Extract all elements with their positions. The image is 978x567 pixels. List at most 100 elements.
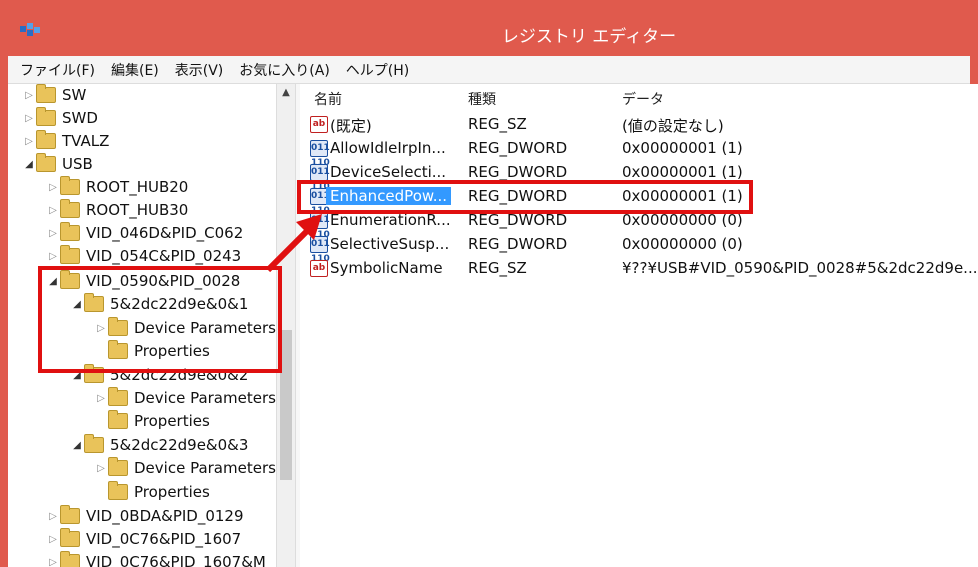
menu-help[interactable]: ヘルプ(H) xyxy=(346,60,409,80)
expand-icon[interactable]: ▷ xyxy=(94,463,108,474)
tree-item-label: SW xyxy=(62,86,87,104)
value-name: DeviceSelecti... xyxy=(330,163,447,181)
folder-icon xyxy=(108,481,128,500)
tree-item[interactable]: ▷ SWD xyxy=(22,107,98,129)
list-header: 名前 種類 データ xyxy=(300,84,978,110)
list-row[interactable]: ab SymbolicName REG_SZ ¥??¥USB#VID_0590&… xyxy=(300,256,978,280)
tree-item[interactable]: ▷ SW xyxy=(22,84,86,106)
tree-item[interactable]: ▷ ROOT_HUB20 xyxy=(46,176,188,198)
value-type: REG_SZ xyxy=(468,259,527,277)
expand-icon[interactable]: ▷ xyxy=(46,228,60,239)
expand-icon[interactable]: ▷ xyxy=(46,534,60,545)
collapse-icon[interactable]: ◢ xyxy=(22,159,36,170)
menu-bar: ファイル(F) 編集(E) 表示(V) お気に入り(A) ヘルプ(H) xyxy=(8,56,970,84)
tree-item-label: ROOT_HUB20 xyxy=(86,178,189,196)
annotation-highlight-value xyxy=(297,180,753,214)
tree-item-label: Device Parameters xyxy=(134,459,276,477)
folder-icon xyxy=(84,434,104,453)
value-data: 0x00000001 (1) xyxy=(622,163,743,181)
tree-item[interactable]: ▷ Device Parameters xyxy=(94,387,276,409)
folder-icon xyxy=(36,107,56,126)
string-value-icon: ab xyxy=(310,116,328,133)
column-header-data[interactable]: データ xyxy=(622,89,664,109)
expand-icon[interactable]: ▷ xyxy=(22,113,36,124)
dword-value-icon: 011 110 xyxy=(310,140,330,168)
expand-icon[interactable]: ▷ xyxy=(46,182,60,193)
value-name: SelectiveSusp... xyxy=(330,235,450,253)
tree-item-label: VID_0BDA&PID_0129 xyxy=(86,507,244,525)
folder-icon xyxy=(36,153,56,172)
menu-edit[interactable]: 編集(E) xyxy=(111,60,159,80)
tree-item[interactable]: ◢ USB xyxy=(22,153,93,175)
folder-icon xyxy=(108,410,128,429)
tree-item[interactable]: ▷ TVALZ xyxy=(22,130,109,152)
tree-item-label: VID_046D&PID_C062 xyxy=(86,224,244,242)
value-name: (既定) xyxy=(330,117,372,135)
folder-icon xyxy=(60,245,80,264)
menu-favorites[interactable]: お気に入り(A) xyxy=(239,60,330,80)
expand-icon[interactable]: ▷ xyxy=(22,136,36,147)
list-row[interactable]: ab (既定) REG_SZ (値の設定なし) xyxy=(300,112,978,136)
value-type: REG_SZ xyxy=(468,115,527,133)
collapse-icon[interactable]: ◢ xyxy=(70,440,84,451)
registry-editor-window: レジストリ エディター ファイル(F) 編集(E) 表示(V) お気に入り(A)… xyxy=(0,0,978,567)
column-header-name[interactable]: 名前 xyxy=(314,89,342,109)
expand-icon[interactable]: ▷ xyxy=(46,511,60,522)
annotation-highlight-tree xyxy=(38,266,282,373)
list-row[interactable]: 011 110 SelectiveSusp... REG_DWORD 0x000… xyxy=(300,232,978,264)
tree-item-label: VID_0C76&PID_1607 xyxy=(86,530,242,548)
folder-icon xyxy=(36,84,56,103)
expand-icon[interactable]: ▷ xyxy=(46,205,60,216)
tree-item-label: VID_0C76&PID_1607&M xyxy=(86,553,266,567)
dword-value-icon: 011 110 xyxy=(310,164,330,192)
folder-icon xyxy=(108,387,128,406)
tree-item-label: ROOT_HUB30 xyxy=(86,201,189,219)
menu-file[interactable]: ファイル(F) xyxy=(20,60,95,80)
tree-item-label: Properties xyxy=(134,483,210,501)
value-type: REG_DWORD xyxy=(468,235,568,253)
folder-icon xyxy=(60,222,80,241)
value-data: 0x00000000 (0) xyxy=(622,235,743,253)
tree-item-label: SWD xyxy=(62,109,98,127)
tree-item[interactable]: Properties xyxy=(94,410,210,432)
expand-icon[interactable]: ▷ xyxy=(46,251,60,262)
title-bar[interactable]: レジストリ エディター xyxy=(0,0,978,56)
values-list[interactable]: 名前 種類 データ ab (既定) REG_SZ (値の設定なし) 011 11… xyxy=(300,84,978,567)
expand-icon[interactable]: ▷ xyxy=(46,557,60,567)
value-type: REG_DWORD xyxy=(468,139,568,157)
expand-icon[interactable]: ▷ xyxy=(94,393,108,404)
tree-item-label: USB xyxy=(62,155,93,173)
tree-item-label: Device Parameters xyxy=(134,389,276,407)
folder-icon xyxy=(60,528,80,547)
value-data: ¥??¥USB#VID_0590&PID_0028#5&2dc22d9e... xyxy=(622,259,978,277)
tree-item[interactable]: ▷ VID_0BDA&PID_0129 xyxy=(46,505,244,527)
window-title: レジストリ エディター xyxy=(501,27,677,47)
folder-icon xyxy=(60,199,80,218)
tree-item[interactable]: ▷ VID_0C76&PID_1607 xyxy=(46,528,241,550)
value-data: (値の設定なし) xyxy=(622,117,724,135)
tree-item[interactable]: ▷ VID_054C&PID_0243 xyxy=(46,245,241,267)
folder-icon xyxy=(108,457,128,476)
tree-item[interactable]: ◢ 5&2dc22d9e&0&3 xyxy=(70,434,248,456)
menu-view[interactable]: 表示(V) xyxy=(175,60,224,80)
tree-item-label: Properties xyxy=(134,412,210,430)
folder-icon xyxy=(60,176,80,195)
folder-icon xyxy=(60,505,80,524)
folder-icon xyxy=(36,130,56,149)
tree-item-label: VID_054C&PID_0243 xyxy=(86,247,242,265)
expand-icon[interactable]: ▷ xyxy=(22,90,36,101)
tree-item[interactable]: ▷ Device Parameters xyxy=(94,457,276,479)
string-value-icon: ab xyxy=(310,260,328,277)
tree-item-label: TVALZ xyxy=(62,132,110,150)
dword-value-icon: 011 110 xyxy=(310,236,330,264)
tree-item[interactable]: ▷ ROOT_HUB30 xyxy=(46,199,188,221)
tree-item[interactable]: ▷ VID_046D&PID_C062 xyxy=(46,222,243,244)
folder-icon xyxy=(60,551,80,567)
list-row[interactable]: 011 110 AllowIdleIrpIn... REG_DWORD 0x00… xyxy=(300,136,978,168)
tree-item[interactable]: Properties xyxy=(94,481,210,503)
value-name: SymbolicName xyxy=(330,259,443,277)
value-name: AllowIdleIrpIn... xyxy=(330,139,446,157)
tree-item[interactable]: ▷ VID_0C76&PID_1607&M xyxy=(46,551,266,567)
scroll-up-icon[interactable]: ▲ xyxy=(277,84,295,102)
column-header-type[interactable]: 種類 xyxy=(468,89,496,109)
